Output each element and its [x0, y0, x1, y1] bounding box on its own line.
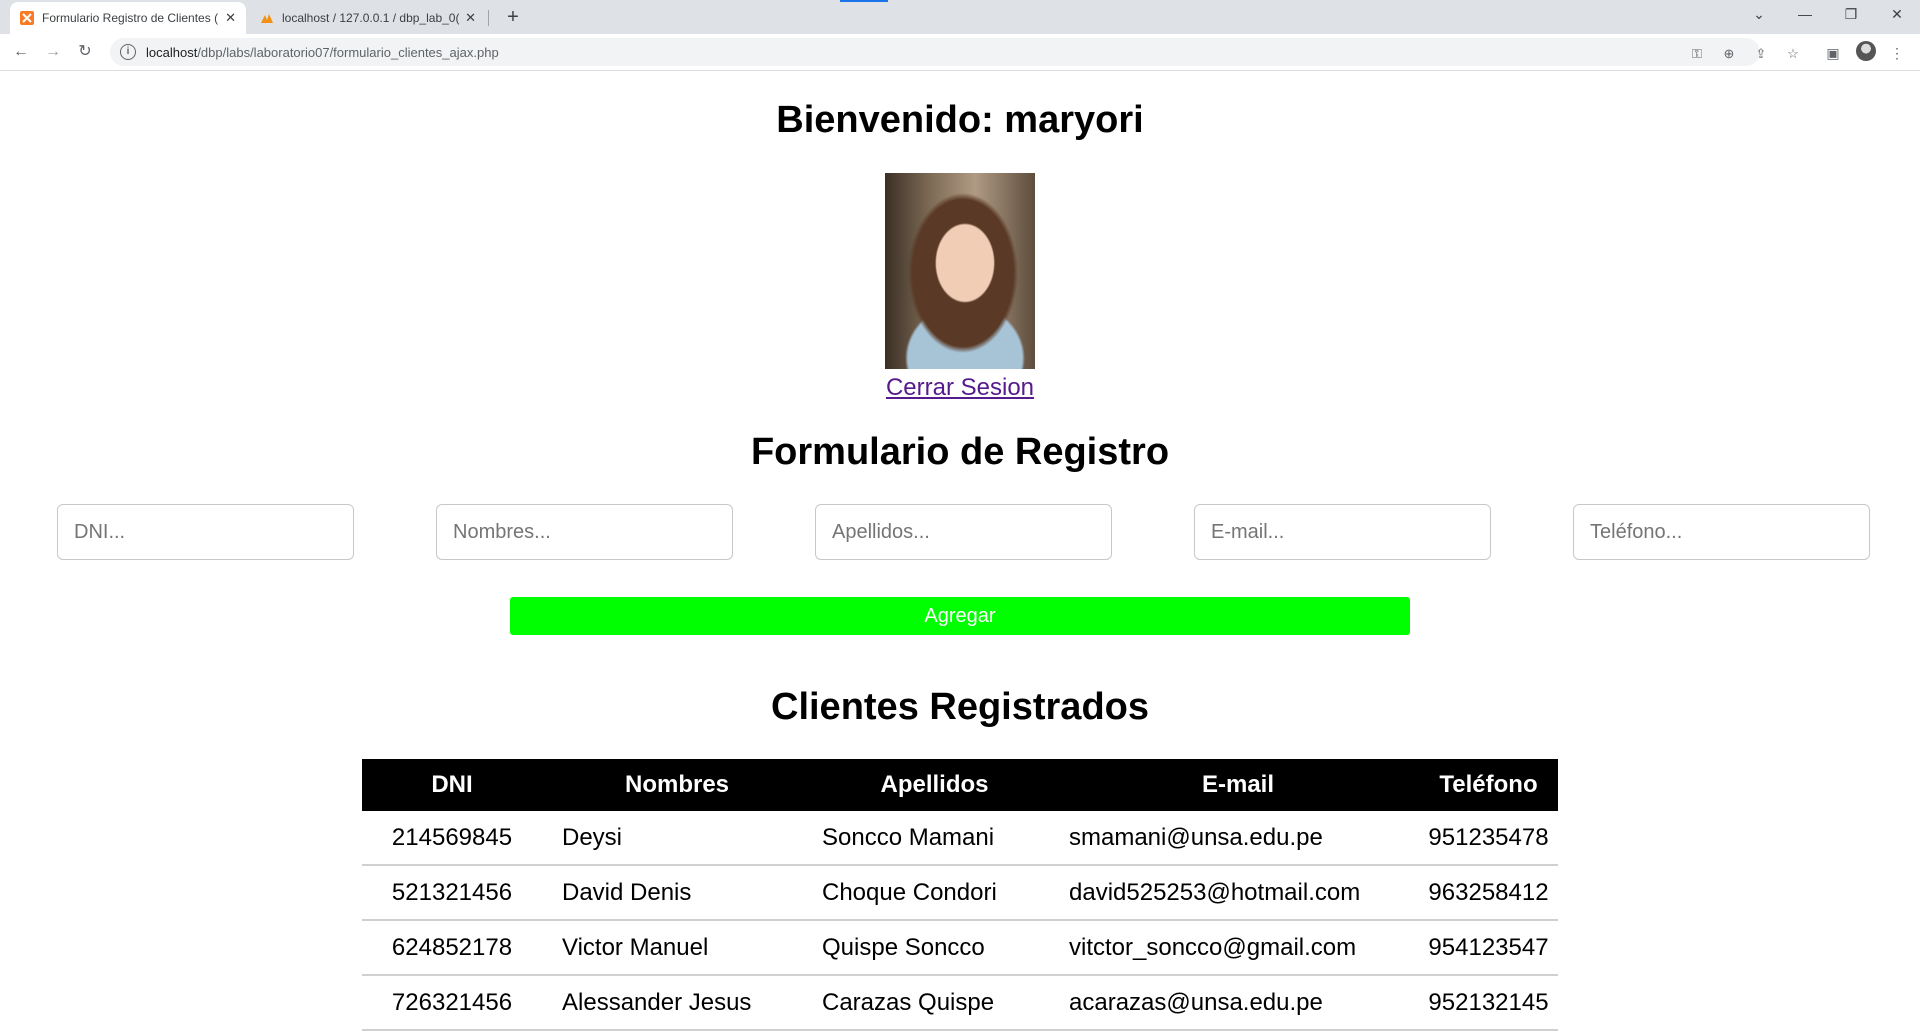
tab-separator: [488, 10, 489, 26]
restore-icon[interactable]: ❐: [1828, 0, 1874, 30]
site-info-icon[interactable]: i: [120, 44, 136, 60]
cell-apellidos: Choque Condori: [812, 865, 1057, 921]
cell-telefono: 951235478: [1419, 811, 1558, 866]
logout-link[interactable]: Cerrar Sesion: [886, 374, 1034, 401]
back-icon[interactable]: ←: [9, 40, 33, 64]
logout-container: Cerrar Sesion: [0, 374, 1920, 402]
tab-phpmyadmin[interactable]: localhost / 127.0.0.1 / dbp_lab_0( ✕: [250, 2, 486, 34]
clients-list-title: Clientes Registrados: [771, 686, 1149, 728]
cell-email: david525253@hotmail.com: [1057, 865, 1419, 921]
new-tab-button[interactable]: +: [500, 3, 526, 31]
close-tab-icon[interactable]: ✕: [225, 10, 236, 26]
cell-dni: 214569845: [362, 811, 542, 866]
clients-table: DNI Nombres Apellidos E-mail Teléfono 21…: [362, 759, 1558, 1031]
table-header-row: DNI Nombres Apellidos E-mail Teléfono: [362, 759, 1558, 811]
tab-loading-indicator: [840, 0, 888, 2]
user-profile-photo: [885, 173, 1035, 369]
cell-dni: 624852178: [362, 920, 542, 976]
cell-dni: 521321456: [362, 865, 542, 921]
cell-email: acarazas@unsa.edu.pe: [1057, 975, 1419, 1031]
tab-formulario[interactable]: Formulario Registro de Clientes ( ✕: [10, 2, 246, 34]
xampp-icon: [20, 11, 34, 25]
welcome-heading: Bienvenido: maryori: [776, 99, 1144, 141]
page-content: Bienvenido: maryori Cerrar Sesion Formul…: [0, 71, 1920, 1032]
minimize-icon[interactable]: —: [1782, 0, 1828, 30]
share-icon[interactable]: ⇪: [1752, 45, 1770, 63]
header-dni: DNI: [362, 759, 542, 811]
menu-kebab-icon[interactable]: ⋮: [1888, 44, 1906, 62]
browser-tab-strip: Formulario Registro de Clientes ( ✕ loca…: [0, 0, 1920, 34]
form-title: Formulario de Registro: [750, 431, 1170, 473]
zoom-icon[interactable]: ⊕: [1720, 45, 1738, 63]
nombres-input[interactable]: [436, 504, 733, 560]
cell-apellidos: Quispe Soncco: [812, 920, 1057, 976]
cell-apellidos: Carazas Quispe: [812, 975, 1057, 1031]
cell-email: smamani@unsa.edu.pe: [1057, 811, 1419, 866]
bookmark-star-icon[interactable]: ☆: [1784, 45, 1802, 63]
side-panel-icon[interactable]: ▣: [1824, 44, 1842, 62]
header-telefono: Teléfono: [1419, 759, 1558, 811]
cell-dni: 726321456: [362, 975, 542, 1031]
table-row: 521321456 David Denis Choque Condori dav…: [362, 865, 1558, 921]
close-window-icon[interactable]: ✕: [1874, 0, 1920, 30]
forward-icon[interactable]: →: [41, 40, 65, 64]
add-client-button[interactable]: Agregar: [510, 597, 1410, 635]
apellidos-input[interactable]: [815, 504, 1112, 560]
cell-nombres: Alessander Jesus: [542, 975, 812, 1031]
cell-apellidos: Soncco Mamani: [812, 811, 1057, 866]
cell-telefono: 952132145: [1419, 975, 1558, 1031]
close-tab-icon[interactable]: ✕: [465, 10, 476, 26]
cell-nombres: David Denis: [542, 865, 812, 921]
phpmyadmin-icon: [260, 11, 274, 25]
email-input[interactable]: [1194, 504, 1491, 560]
cell-telefono: 954123547: [1419, 920, 1558, 976]
tab-title: localhost / 127.0.0.1 / dbp_lab_0(: [282, 11, 460, 25]
telefono-input[interactable]: [1573, 504, 1870, 560]
url-text[interactable]: localhost/dbp/labs/laboratorio07/formula…: [146, 45, 499, 60]
tab-search-icon[interactable]: ⌄: [1736, 0, 1782, 30]
header-nombres: Nombres: [542, 759, 812, 811]
tab-title: Formulario Registro de Clientes (: [42, 11, 219, 25]
cell-email: vitctor_soncco@gmail.com: [1057, 920, 1419, 976]
dni-input[interactable]: [57, 504, 354, 560]
profile-avatar-icon[interactable]: [1856, 41, 1876, 61]
table-row: 726321456 Alessander Jesus Carazas Quisp…: [362, 975, 1558, 1031]
cell-telefono: 963258412: [1419, 865, 1558, 921]
browser-toolbar: ← → ↻ i localhost/dbp/labs/laboratorio07…: [0, 34, 1920, 71]
address-bar[interactable]: i localhost/dbp/labs/laboratorio07/formu…: [110, 38, 1799, 66]
cell-nombres: Deysi: [542, 811, 812, 866]
key-icon[interactable]: ⚿: [1688, 45, 1706, 63]
header-apellidos: Apellidos: [812, 759, 1057, 811]
cell-nombres: Victor Manuel: [542, 920, 812, 976]
table-row: 214569845 Deysi Soncco Mamani smamani@un…: [362, 811, 1558, 866]
header-email: E-mail: [1057, 759, 1419, 811]
table-row: 624852178 Victor Manuel Quispe Soncco vi…: [362, 920, 1558, 976]
reload-icon[interactable]: ↻: [73, 40, 97, 64]
